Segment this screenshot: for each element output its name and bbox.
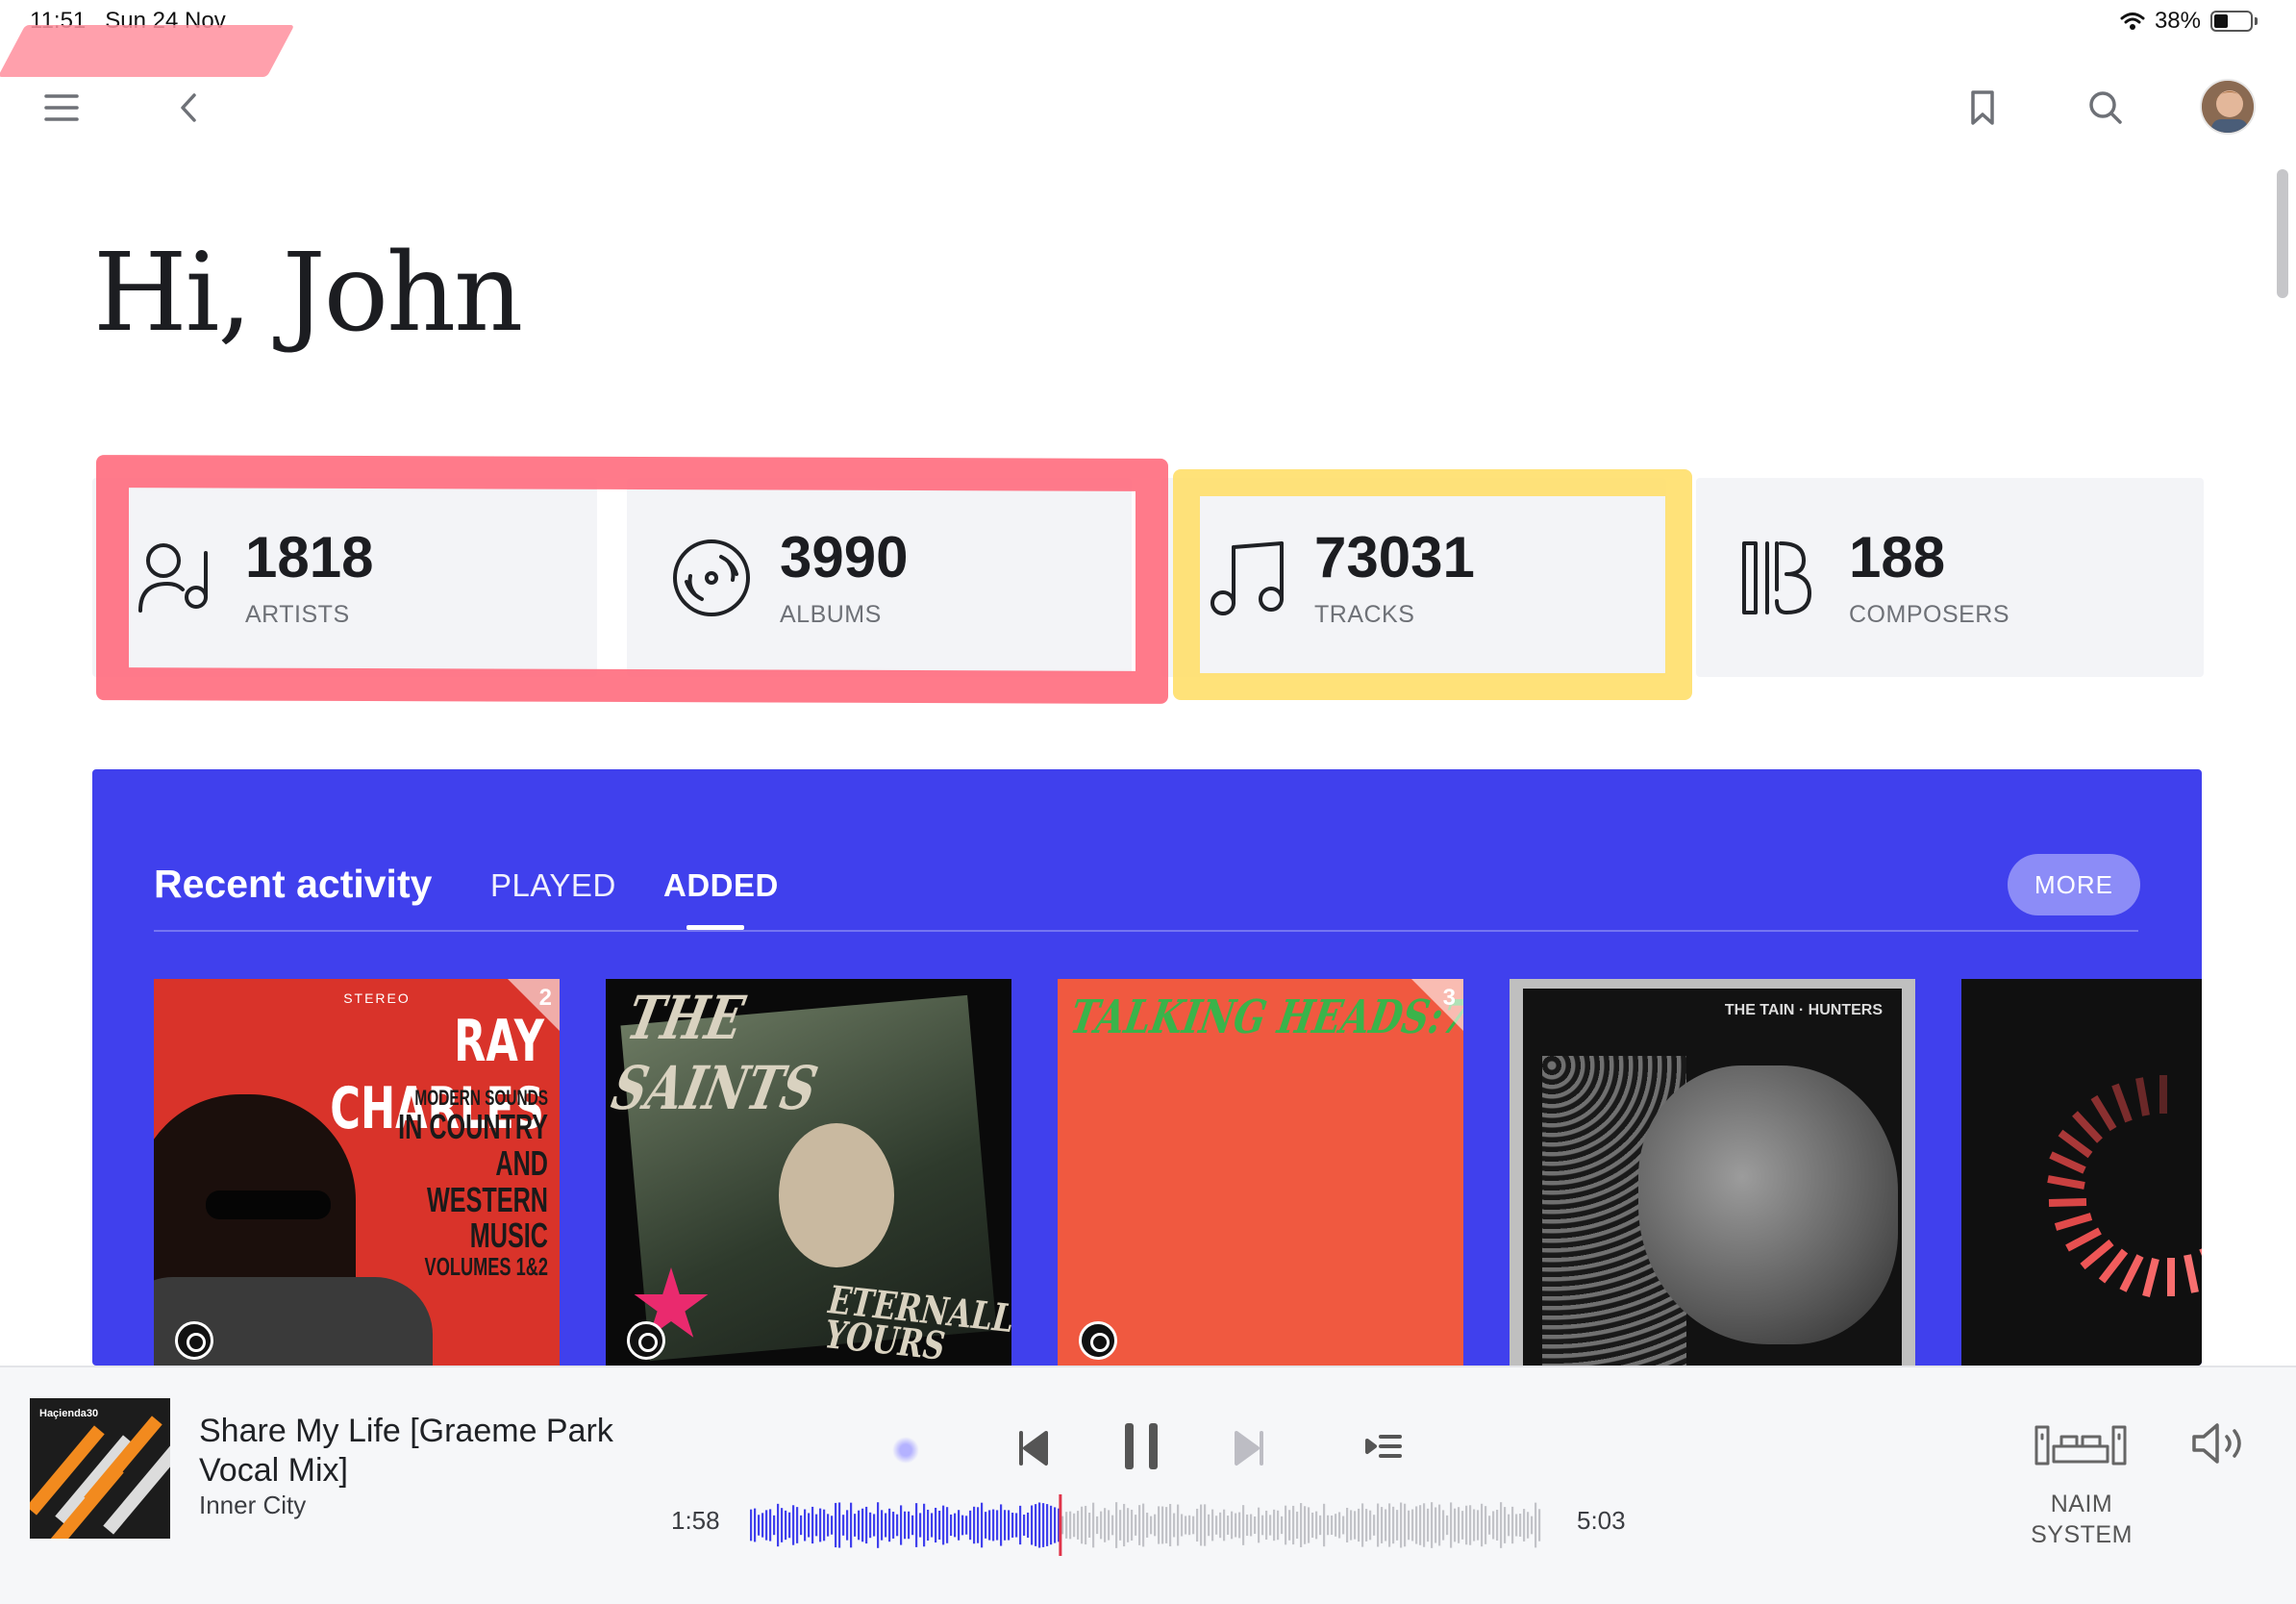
album-cover-text: THE SAINTS (606, 983, 824, 1123)
album-cover-subtitle: ETERNALLY YOURS (823, 1277, 1011, 1366)
red-scribble-annotation (0, 25, 295, 77)
yellow-highlight-annotation (1173, 469, 1692, 700)
pause-icon[interactable] (1119, 1419, 1165, 1478)
tab-added[interactable]: ADDED (663, 867, 779, 904)
album-cover-text: IN COUNTRY AND (398, 1107, 548, 1183)
next-icon[interactable] (1233, 1427, 1267, 1474)
more-button[interactable]: MORE (2008, 854, 2140, 915)
previous-icon[interactable] (1015, 1427, 1050, 1474)
battery-percentage: 38% (2154, 8, 2201, 34)
waveform-scrubber[interactable] (750, 1494, 1542, 1556)
battery-icon (2210, 11, 2253, 32)
status-indicators: 38% (2120, 8, 2258, 35)
output-device-label[interactable]: NAIM SYSTEM (2009, 1489, 2154, 1550)
stat-label: COMPOSERS (1849, 601, 2010, 628)
album-count-badge: 3 (1442, 985, 1456, 1011)
top-navigation (0, 77, 2296, 142)
output-label-line: NAIM (2050, 1491, 2113, 1517)
album-cover-text: TALKING HEADS:77 (1066, 990, 1463, 1044)
active-tab-indicator (686, 925, 744, 930)
total-duration: 5:03 (1577, 1506, 1626, 1535)
status-bar: 11:51 Sun 24 Nov 38% (0, 0, 2296, 77)
volume-icon[interactable] (2190, 1419, 2250, 1472)
qobuz-icon (175, 1321, 213, 1360)
album-cover-text: WESTERN MUSIC (427, 1179, 548, 1256)
user-avatar[interactable] (2200, 79, 2256, 135)
album-count-badge: 2 (538, 985, 552, 1011)
now-playing-title[interactable]: Share My Life [Graeme Park Vocal Mix] (199, 1412, 641, 1491)
album-cover-subtitle: MODERN SOUNDS IN COUNTRY AND WESTERN MUS… (373, 1087, 548, 1281)
stat-count: 188 (1849, 525, 1946, 589)
greeting-heading: Hi, John (93, 231, 523, 356)
album-cover-text: MODERN SOUNDS (414, 1086, 548, 1110)
tab-played[interactable]: PLAYED (490, 867, 616, 904)
stat-composers[interactable]: 188 COMPOSERS (1696, 478, 2204, 677)
now-playing-album-art[interactable]: Haçienda30 (30, 1398, 170, 1539)
album-card[interactable]: THE SAINTS ETERNALLY YOURS (606, 979, 1011, 1366)
bookmark-icon[interactable] (1959, 85, 2006, 131)
album-art-text: Haçienda30 (39, 1408, 99, 1419)
album-card[interactable]: TALKING HEADS:77 3 (1058, 979, 1463, 1366)
album-cover-text: VOLUMES 1&2 (424, 1252, 548, 1282)
album-cover-text: STEREO (343, 990, 411, 1006)
composer-icon (1738, 536, 1823, 620)
now-playing-artist[interactable]: Inner City (199, 1491, 306, 1520)
now-playing-bar: Haçienda30 Share My Life [Graeme Park Vo… (0, 1366, 2296, 1604)
recent-activity-panel: Recent activity PLAYED ADDED MORE STEREO… (92, 769, 2202, 1366)
playhead (1059, 1494, 1062, 1556)
album-cover-text: THE TAIN · HUNTERS (1724, 1002, 1883, 1018)
hamburger-icon[interactable] (38, 85, 85, 131)
tab-divider (154, 930, 2138, 932)
album-card[interactable]: STEREO RAY CHARLES MODERN SOUNDS IN COUN… (154, 979, 560, 1366)
elapsed-time: 1:58 (671, 1506, 720, 1535)
wifi-icon (2120, 13, 2145, 30)
output-label-line: SYSTEM (2031, 1521, 2133, 1548)
back-chevron-icon[interactable] (165, 85, 212, 131)
queue-icon[interactable] (1365, 1431, 1402, 1470)
album-card[interactable] (1961, 979, 2202, 1366)
page-scrollbar[interactable] (2277, 169, 2288, 298)
album-cover-art (2047, 1075, 2202, 1297)
album-card[interactable]: THE TAIN · HUNTERS (1510, 979, 1915, 1366)
sparkle-icon[interactable] (892, 1437, 919, 1464)
naim-system-icon[interactable] (2033, 1423, 2129, 1472)
recent-activity-title: Recent activity (154, 862, 433, 906)
search-icon[interactable] (2083, 85, 2129, 131)
qobuz-icon (1079, 1321, 1117, 1360)
red-highlight-annotation (96, 455, 1168, 704)
qobuz-icon (627, 1321, 665, 1360)
